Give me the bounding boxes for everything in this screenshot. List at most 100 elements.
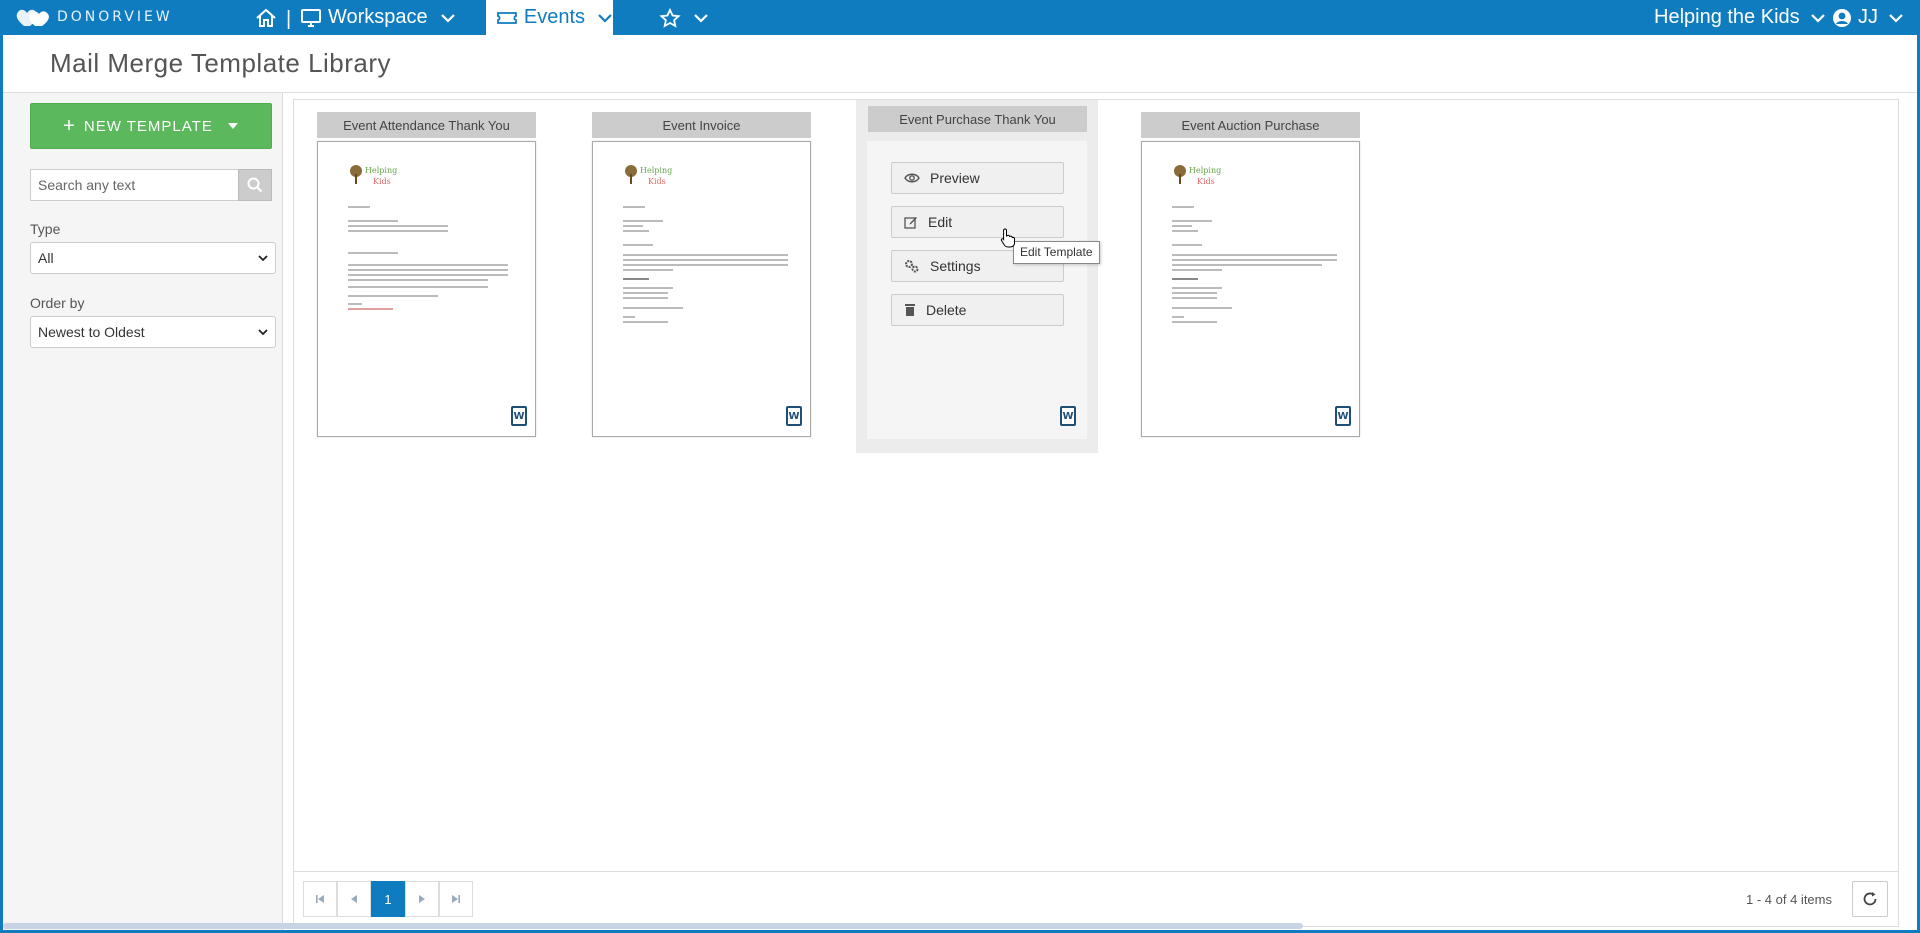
doc-text-line (348, 230, 448, 232)
user-initials: JJ (1858, 6, 1878, 28)
organization-label: Helping the Kids (1654, 6, 1800, 28)
search-button[interactable] (238, 169, 272, 201)
search-box (30, 169, 272, 201)
workspace-menu[interactable]: Workspace (300, 0, 456, 35)
template-title: Event Invoice (592, 112, 811, 138)
doc-text-line (623, 307, 683, 309)
home-icon (256, 8, 276, 27)
helping-the-kids-logo: Helping Kids (348, 162, 398, 193)
word-document-icon: W (511, 406, 527, 426)
doc-text-line (623, 278, 649, 280)
delete-button[interactable]: Delete (891, 294, 1064, 326)
doc-text-line (1172, 321, 1217, 323)
helping-the-kids-logo: Helping Kids (623, 162, 673, 193)
edit-template-tooltip: Edit Template (1013, 241, 1100, 264)
search-input[interactable] (30, 169, 238, 201)
doc-text-line (348, 308, 393, 310)
svg-text:Helping: Helping (640, 166, 672, 175)
next-page-button[interactable] (405, 881, 439, 917)
template-grid: Event Attendance Thank You Helping Kids (293, 99, 1899, 927)
chevron-down-icon (598, 13, 612, 23)
order-select-value: Newest to Oldest (38, 324, 145, 340)
template-card[interactable]: Event Attendance Thank You Helping Kids (294, 106, 536, 459)
svg-text:Kids: Kids (373, 177, 391, 186)
template-thumbnail[interactable]: Helping Kids W (592, 141, 811, 437)
svg-text:Helping: Helping (365, 166, 397, 175)
ticket-icon (497, 11, 517, 24)
doc-text-line (1172, 254, 1337, 256)
doc-text-line (1172, 259, 1337, 261)
home-button[interactable] (255, 0, 277, 35)
star-icon (659, 7, 681, 28)
template-card[interactable]: Event Auction Purchase Helping Kids W (1118, 106, 1360, 459)
word-document-icon: W (1060, 406, 1076, 426)
word-document-icon: W (1335, 406, 1351, 426)
workspace-label: Workspace (328, 6, 428, 28)
edit-button[interactable]: Edit (891, 206, 1064, 238)
search-icon (247, 177, 263, 193)
chevron-down-icon (258, 329, 268, 336)
next-page-icon (419, 895, 425, 903)
doc-text-line (623, 321, 668, 323)
refresh-button[interactable] (1852, 881, 1888, 917)
doc-text-line (1172, 230, 1198, 232)
new-template-label: NEW TEMPLATE (83, 117, 213, 135)
doc-text-line (623, 287, 673, 289)
doc-text-line (623, 206, 645, 208)
template-title: Event Attendance Thank You (317, 112, 536, 138)
doc-text-line (348, 286, 488, 288)
preview-button[interactable]: Preview (891, 162, 1064, 194)
svg-text:Kids: Kids (1197, 177, 1215, 186)
favorites-menu[interactable] (659, 0, 709, 35)
doc-text-line (348, 264, 508, 266)
preview-label: Preview (930, 170, 980, 186)
type-select[interactable]: All (30, 242, 276, 274)
horizontal-scrollbar[interactable] (3, 923, 1303, 929)
doc-text-line (348, 295, 438, 297)
chevron-down-icon (1810, 13, 1825, 23)
svg-text:Helping: Helping (1189, 166, 1221, 175)
doc-text-line (623, 297, 668, 299)
template-thumbnail[interactable]: Helping Kids W (317, 141, 536, 437)
doc-text-line (1172, 307, 1232, 309)
pagination-bar: 1 1 - 4 of 4 items (294, 871, 1898, 926)
user-menu[interactable]: JJ (1832, 0, 1904, 35)
template-title: Event Purchase Thank You (868, 106, 1087, 132)
doc-text-line (348, 269, 508, 271)
doc-text-line (1172, 244, 1202, 246)
doc-text-line (1172, 220, 1212, 222)
first-page-button[interactable] (303, 881, 337, 917)
doc-text-line (623, 244, 653, 246)
template-thumbnail[interactable]: Helping Kids W (1141, 141, 1360, 437)
doc-text-line (348, 225, 448, 227)
new-template-button[interactable]: + NEW TEMPLATE (30, 103, 272, 149)
edit-icon (904, 217, 917, 229)
template-card[interactable]: Event Invoice Helping Kids W (569, 106, 811, 459)
user-circle-icon (1833, 8, 1851, 27)
template-card-hovered[interactable]: Event Purchase Thank You Preview Edit Se… (856, 100, 1098, 453)
doc-text-line (623, 259, 788, 261)
order-select[interactable]: Newest to Oldest (30, 316, 276, 348)
doc-text-line (348, 252, 398, 254)
donorview-logo[interactable]: DONORVIEW (15, 6, 173, 28)
doc-text-line (623, 220, 663, 222)
delete-label: Delete (926, 302, 967, 318)
doc-text-line (1172, 287, 1222, 289)
page-number-button[interactable]: 1 (371, 881, 405, 917)
doc-text-line (1172, 225, 1192, 227)
helping-the-kids-logo: Helping Kids (1172, 162, 1222, 193)
caret-down-icon (227, 123, 238, 129)
last-page-button[interactable] (439, 881, 473, 917)
previous-page-button[interactable] (337, 881, 371, 917)
nav-separator: | (286, 8, 292, 30)
doc-text-line (1172, 278, 1198, 280)
previous-page-icon (351, 895, 357, 903)
organization-menu[interactable]: Helping the Kids (1654, 0, 1826, 35)
refresh-icon (1863, 892, 1877, 906)
doc-text-line (1172, 264, 1322, 266)
filter-sidebar: + NEW TEMPLATE Type All Order by N (3, 93, 283, 930)
chevron-down-icon (440, 13, 455, 23)
events-menu[interactable]: Events (486, 0, 613, 35)
first-page-icon (316, 895, 324, 903)
template-actions-panel: Preview Edit Settings Delete W (867, 141, 1087, 439)
